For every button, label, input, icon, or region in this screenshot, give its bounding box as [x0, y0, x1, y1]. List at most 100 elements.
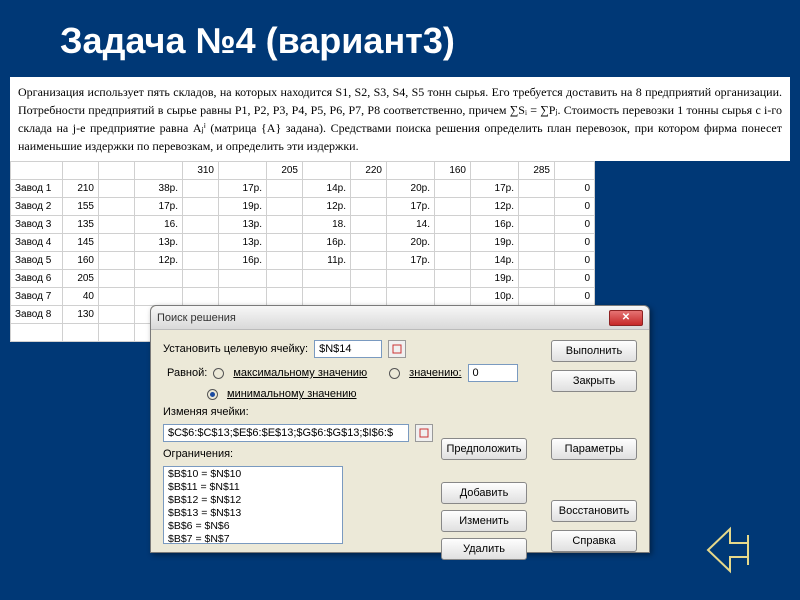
cell[interactable] — [267, 288, 303, 306]
cell[interactable]: 155 — [63, 198, 99, 216]
cell[interactable] — [99, 180, 135, 198]
cell[interactable]: 14. — [387, 216, 435, 234]
run-button[interactable]: Выполнить — [551, 340, 637, 362]
ref-picker-icon[interactable] — [388, 340, 406, 358]
cell[interactable] — [519, 252, 555, 270]
cell[interactable] — [183, 270, 219, 288]
radio-max-label[interactable]: максимальному значению — [233, 367, 367, 379]
dialog-titlebar[interactable]: Поиск решения ✕ — [151, 306, 649, 330]
cell[interactable]: 12р. — [471, 198, 519, 216]
cell[interactable] — [555, 162, 595, 180]
cell[interactable] — [387, 288, 435, 306]
cell[interactable] — [351, 180, 387, 198]
changing-cells-input[interactable]: $C$6:$C$13;$E$6:$E$13;$G$6:$G$13;$I$6:$ — [163, 424, 409, 442]
ref-picker-icon[interactable] — [415, 424, 433, 442]
cell[interactable]: 12р. — [135, 252, 183, 270]
close-icon[interactable]: ✕ — [609, 310, 643, 326]
cell[interactable]: 0 — [555, 216, 595, 234]
help-button[interactable]: Справка — [551, 530, 637, 552]
constraint-item[interactable]: $B$6 = $N$6 — [168, 520, 338, 533]
cell[interactable]: 16р. — [303, 234, 351, 252]
cell[interactable]: 135 — [63, 216, 99, 234]
cell[interactable] — [183, 288, 219, 306]
value-input[interactable]: 0 — [468, 364, 518, 382]
radio-min-label[interactable]: минимальному значению — [227, 388, 357, 400]
cell[interactable] — [99, 324, 135, 342]
cell[interactable] — [99, 198, 135, 216]
cell[interactable] — [267, 270, 303, 288]
cell[interactable]: Завод 8 — [11, 306, 63, 324]
cell[interactable]: Завод 5 — [11, 252, 63, 270]
cell[interactable] — [219, 288, 267, 306]
params-button[interactable]: Параметры — [551, 438, 637, 460]
cell[interactable]: Завод 1 — [11, 180, 63, 198]
cell[interactable] — [183, 216, 219, 234]
cell[interactable]: 18. — [303, 216, 351, 234]
cell[interactable] — [519, 198, 555, 216]
cell[interactable]: Завод 6 — [11, 270, 63, 288]
cell[interactable] — [435, 198, 471, 216]
constraint-item[interactable]: $B$12 = $N$12 — [168, 494, 338, 507]
cell[interactable] — [435, 216, 471, 234]
cell[interactable] — [99, 252, 135, 270]
cell[interactable]: 0 — [555, 270, 595, 288]
cell[interactable]: 13р. — [219, 234, 267, 252]
cell[interactable] — [135, 270, 183, 288]
cell[interactable]: 0 — [555, 288, 595, 306]
cell[interactable] — [63, 324, 99, 342]
cell[interactable] — [519, 234, 555, 252]
cell[interactable]: 17р. — [135, 198, 183, 216]
cell[interactable]: 20р. — [387, 180, 435, 198]
cell[interactable]: 38р. — [135, 180, 183, 198]
cell[interactable]: 19р. — [471, 234, 519, 252]
cell[interactable] — [519, 180, 555, 198]
cell[interactable] — [351, 198, 387, 216]
cell[interactable] — [267, 180, 303, 198]
cell[interactable]: 0 — [555, 234, 595, 252]
reset-button[interactable]: Восстановить — [551, 500, 637, 522]
cell[interactable]: 17р. — [471, 180, 519, 198]
cell[interactable] — [519, 288, 555, 306]
cell[interactable] — [135, 162, 183, 180]
cell[interactable]: 14р. — [471, 252, 519, 270]
cell[interactable]: 13р. — [219, 216, 267, 234]
cell[interactable] — [351, 288, 387, 306]
cell[interactable] — [11, 324, 63, 342]
cell[interactable] — [435, 180, 471, 198]
cell[interactable]: 12р. — [303, 198, 351, 216]
radio-min[interactable] — [207, 389, 218, 400]
constraints-list[interactable]: $B$10 = $N$10$B$11 = $N$11$B$12 = $N$12$… — [163, 466, 343, 544]
cell[interactable] — [303, 270, 351, 288]
return-icon[interactable] — [700, 523, 760, 575]
cell[interactable] — [99, 270, 135, 288]
cell[interactable] — [183, 252, 219, 270]
cell[interactable] — [519, 270, 555, 288]
delete-button[interactable]: Удалить — [441, 538, 527, 560]
cell[interactable] — [471, 162, 519, 180]
cell[interactable] — [99, 306, 135, 324]
cell[interactable] — [267, 234, 303, 252]
cell[interactable]: 20р. — [387, 234, 435, 252]
cell[interactable]: 220 — [351, 162, 387, 180]
cell[interactable] — [351, 252, 387, 270]
cell[interactable] — [351, 216, 387, 234]
cell[interactable]: 17р. — [387, 198, 435, 216]
cell[interactable] — [219, 162, 267, 180]
cell[interactable] — [267, 216, 303, 234]
cell[interactable]: 0 — [555, 252, 595, 270]
edit-button[interactable]: Изменить — [441, 510, 527, 532]
cell[interactable]: 16р. — [219, 252, 267, 270]
cell[interactable]: 19р. — [471, 270, 519, 288]
cell[interactable] — [99, 234, 135, 252]
cell[interactable]: Завод 4 — [11, 234, 63, 252]
constraint-item[interactable]: $B$7 = $N$7 — [168, 533, 338, 544]
close-button[interactable]: Закрыть — [551, 370, 637, 392]
cell[interactable]: 145 — [63, 234, 99, 252]
cell[interactable]: Завод 7 — [11, 288, 63, 306]
target-cell-input[interactable]: $N$14 — [314, 340, 382, 358]
cell[interactable] — [219, 270, 267, 288]
cell[interactable] — [435, 234, 471, 252]
cell[interactable] — [135, 288, 183, 306]
cell[interactable] — [267, 252, 303, 270]
cell[interactable] — [303, 288, 351, 306]
